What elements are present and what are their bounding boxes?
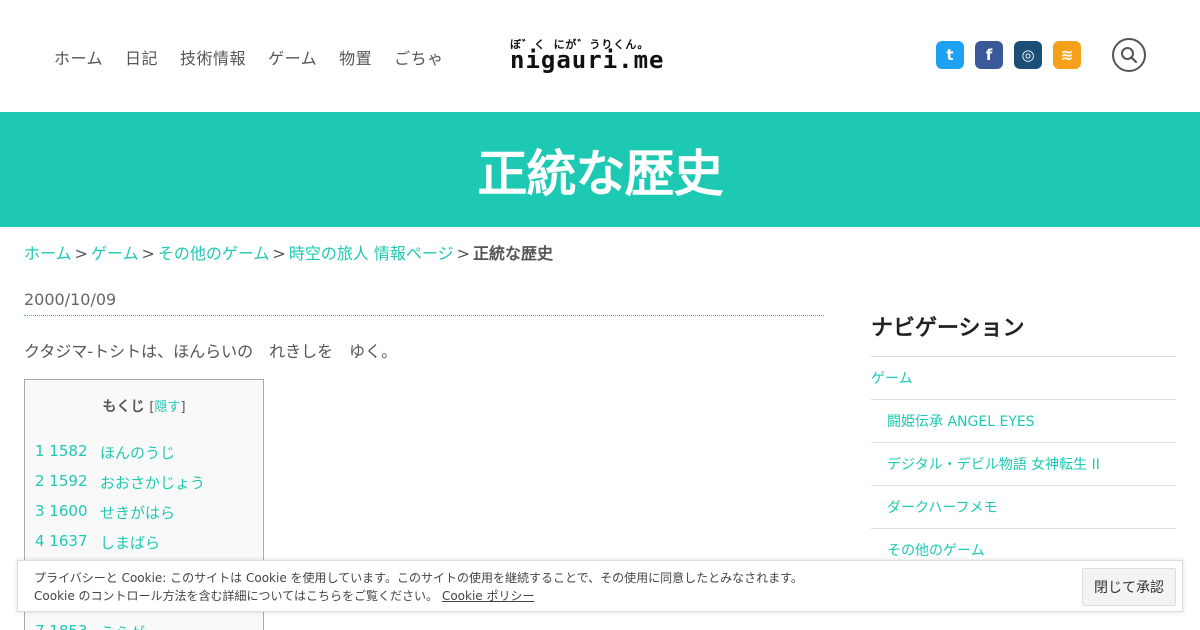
twitter-icon[interactable]: t [936,41,964,69]
cookie-banner: プライバシーと Cookie: このサイトは Cookie を使用しています。こ… [17,560,1183,612]
toc-bracket-close: ] [180,400,186,415]
sidebar-title: ナビゲーション [871,316,1025,341]
breadcrumb-separator: > [272,244,286,263]
toc-item[interactable]: 2 1592 おおさかじょう [35,472,205,502]
page-title: 正統な歴史 [477,144,724,203]
facebook-icon[interactable]: f [975,41,1003,69]
date-divider [24,315,824,316]
breadcrumb-current: 正統な歴史 [473,244,554,263]
logo-text: nigauri.me [510,46,665,74]
breadcrumb-home[interactable]: ホーム [24,244,72,263]
nav-misc[interactable]: ごちゃ [394,45,444,69]
breadcrumb-jikuu-page[interactable]: 時空の旅人 情報ページ [289,244,454,263]
cookie-text: プライバシーと Cookie: このサイトは Cookie を使用しています。こ… [34,569,1074,605]
site-header: ホーム 日記 技術情報 ゲーム 物置 ごちゃ ぼ゛く にが゛うりくん。 niga… [0,0,1200,112]
toc-item-number: 1 1582 [35,442,88,460]
toc-item-number: 4 1637 [35,532,88,550]
search-icon [1121,47,1138,64]
cookie-accept-button[interactable]: 閉じて承認 [1082,568,1176,606]
title-band: 正統な歴史 [0,112,1200,227]
toc-hide-link[interactable]: 隠す [154,400,180,415]
sidebar-item-label: 闘姫伝承 ANGEL EYES [887,414,1035,430]
breadcrumb-game[interactable]: ゲーム [91,244,139,263]
toc-item-number: 7 1853 [35,622,100,630]
sidebar-item-label: ダークハーフメモ [887,500,998,516]
sidebar-item-dark-half[interactable]: ダークハーフメモ [871,485,1176,528]
site-logo[interactable]: ぼ゛く にが゛うりくん。 nigauri.me [510,36,690,74]
toc-item-label: せきがはら [100,504,176,522]
toc-item[interactable]: 4 1637 しまばら [35,532,205,562]
nav-home[interactable]: ホーム [54,45,103,69]
search-button[interactable] [1112,38,1146,72]
cookie-policy-link[interactable]: Cookie ポリシー [442,589,535,603]
toc-item-label: しまばら [100,534,161,552]
nav-game[interactable]: ゲーム [268,45,317,69]
breadcrumb-separator: > [74,244,88,263]
sidebar-item-megami-tensei[interactable]: デジタル・デビル物語 女神転生 II [871,442,1176,485]
nav-diary[interactable]: 日記 [125,45,158,69]
post-date: 2000/10/09 [24,290,117,309]
post-intro: クタジマ-トシトは、ほんらいの れきしを ゆく。 [24,342,398,361]
rss-icon[interactable]: ≋ [1053,41,1081,69]
toc-item-number: 2 1592 [35,472,88,490]
breadcrumb-separator: > [141,244,155,263]
nav-storage[interactable]: 物置 [339,45,372,69]
sidebar-item-game[interactable]: ゲーム [871,356,1176,399]
toc-item-number: 3 1600 [35,502,88,520]
instagram-icon[interactable]: ◎ [1014,41,1042,69]
toc-hide-toggle: [隠す] [149,400,185,415]
cookie-line-2: Cookie のコントロール方法を含む詳細についてはこちらをご覧ください。 Coo… [34,587,1074,605]
social-links: t f ◎ ≋ [936,41,1081,69]
sidebar-item-label: デジタル・デビル物語 女神転生 II [887,457,1100,473]
toc-item-label: おおさかじょう [100,474,206,492]
cookie-line-2-text: Cookie のコントロール方法を含む詳細についてはこちらをご覧ください。 [34,589,438,603]
toc-title: もくじ [隠す] [25,396,263,416]
sidebar-nav: ゲーム 闘姫伝承 ANGEL EYES デジタル・デビル物語 女神転生 II ダ… [871,356,1176,571]
toc-item-label: うらが [100,622,145,630]
breadcrumb-separator: > [456,244,470,263]
toc-heading: もくじ [102,399,145,415]
nav-tech[interactable]: 技術情報 [180,45,246,69]
toc-item[interactable]: 1 1582 ほんのうじ [35,442,205,472]
breadcrumb-other-games[interactable]: その他のゲーム [158,244,270,263]
main-nav: ホーム 日記 技術情報 ゲーム 物置 ごちゃ [54,45,466,69]
sidebar-item-label: その他のゲーム [887,543,985,559]
sidebar-item-label: ゲーム [871,371,913,387]
toc-item-label: ほんのうじ [100,444,176,462]
cookie-line-1: プライバシーと Cookie: このサイトは Cookie を使用しています。こ… [34,571,803,585]
breadcrumb: ホーム > ゲーム > その他のゲーム > 時空の旅人 情報ページ > 正統な歴史 [24,240,553,264]
toc-item[interactable]: 7 1853うらが [35,622,205,630]
toc-item[interactable]: 3 1600 せきがはら [35,502,205,532]
sidebar-item-angel-eyes[interactable]: 闘姫伝承 ANGEL EYES [871,399,1176,442]
